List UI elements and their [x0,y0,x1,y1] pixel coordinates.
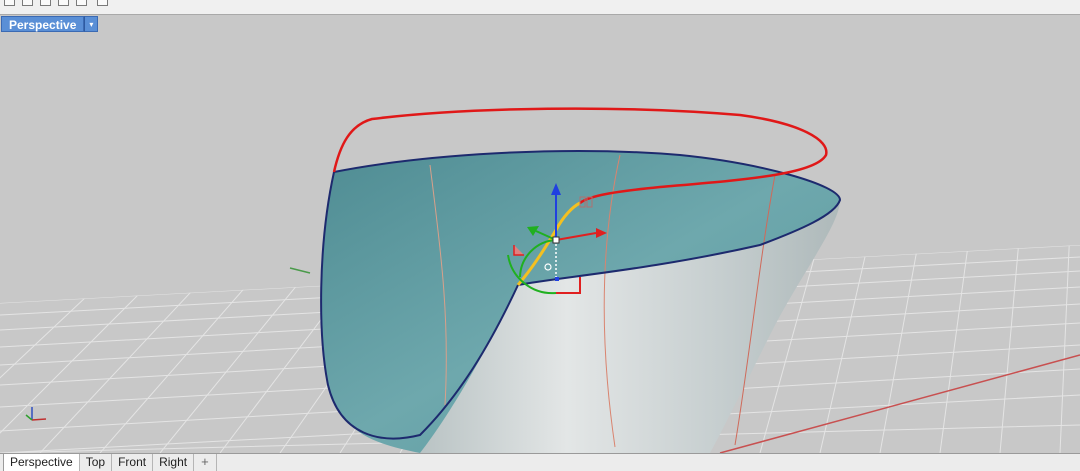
viewport-canvas[interactable] [0,15,1080,453]
toolbar-icon[interactable] [58,0,69,6]
plus-icon[interactable]: + [194,454,217,471]
tab-top[interactable]: Top [80,454,113,471]
viewport-title-label[interactable]: Perspective [1,16,85,32]
toolbar-strip [0,0,1080,15]
viewport-tabs: Perspective Top Front Right + [0,453,1080,471]
toolbar-icon[interactable] [4,0,15,6]
tab-right[interactable]: Right [153,454,195,471]
y-axis-line [289,267,311,274]
toolbar-icon[interactable] [40,0,51,6]
world-axes-icon [25,407,47,421]
toolbar-icon[interactable] [97,0,108,6]
toolbar-icon[interactable] [22,0,33,6]
tab-front[interactable]: Front [112,454,154,471]
perspective-viewport[interactable]: Perspective ▾ [0,15,1080,453]
tab-perspective[interactable]: Perspective [3,454,80,471]
viewport-title[interactable]: Perspective ▾ [1,16,99,32]
chevron-down-icon[interactable]: ▾ [84,16,99,32]
toolbar-icon[interactable] [76,0,87,6]
